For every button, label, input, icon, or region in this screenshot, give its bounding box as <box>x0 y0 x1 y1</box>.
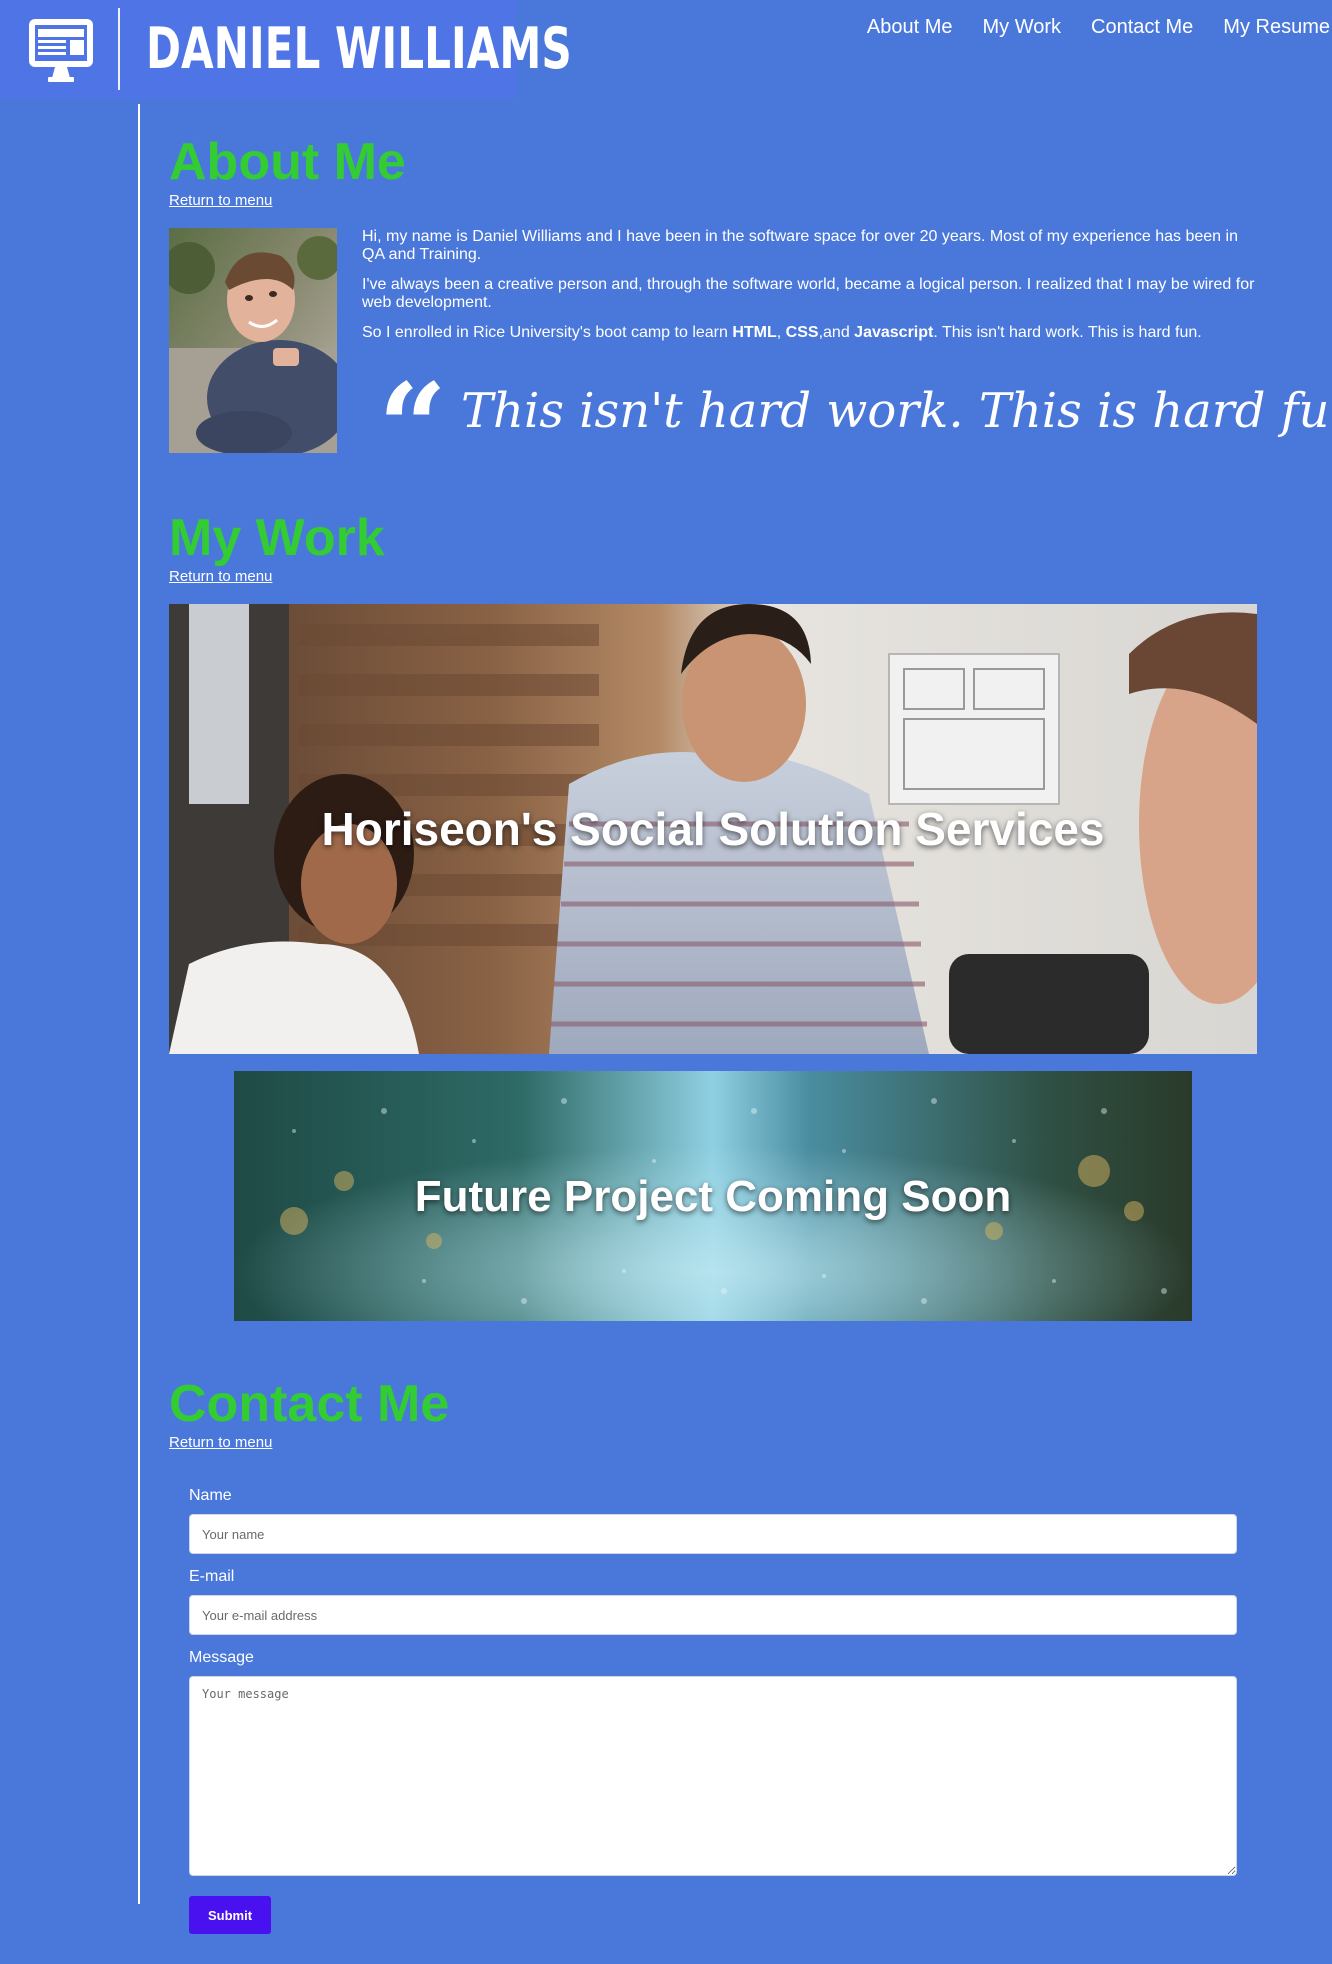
skill-html: HTML <box>732 324 777 341</box>
nav-about-me[interactable]: About Me <box>867 14 953 40</box>
name-input[interactable] <box>189 1514 1237 1554</box>
about-text: Hi, my name is Daniel Williams and I hav… <box>362 228 1262 354</box>
email-label: E-mail <box>189 1568 235 1585</box>
about-paragraph-3-suffix: . This isn't hard work. This is hard fun… <box>933 324 1202 341</box>
about-paragraph-2: I've always been a creative person and, … <box>362 276 1255 311</box>
brand-divider <box>118 8 120 90</box>
skill-javascript: Javascript <box>854 324 934 341</box>
main-nav: About Me My Work Contact Me My Resume <box>837 14 1330 40</box>
project-card-future[interactable]: Future Project Coming Soon <box>234 1071 1192 1321</box>
skill-css: CSS <box>785 324 819 341</box>
contact-title: Contact Me <box>169 1375 450 1433</box>
work-title: My Work <box>169 509 385 567</box>
quote-text: This isn't hard work. This is hard fun. <box>461 383 1332 439</box>
about-paragraph-1: Hi, my name is Daniel Williams and I hav… <box>362 228 1238 263</box>
about-paragraph-3: So I enrolled in Rice University's boot … <box>362 324 1262 342</box>
contact-return-link[interactable]: Return to menu <box>169 1434 272 1451</box>
brand-block[interactable]: DANIEL WILLIAMS <box>0 0 572 99</box>
name-label: Name <box>189 1487 232 1504</box>
pull-quote: “ This isn't hard work. This is hard fun… <box>378 369 1332 453</box>
nav-my-resume[interactable]: My Resume <box>1223 14 1330 40</box>
brand-name[interactable]: DANIEL WILLIAMS <box>146 12 572 86</box>
about-paragraph-3-sep2: ,and <box>818 324 855 341</box>
submit-button[interactable]: Submit <box>189 1896 271 1934</box>
monitor-icon <box>29 19 93 82</box>
quote-mark-icon: “ <box>378 373 448 453</box>
project-card-horiseon[interactable]: Horiseon's Social Solution Services <box>169 604 1257 1054</box>
about-title: About Me <box>169 133 406 191</box>
message-textarea[interactable] <box>189 1676 1237 1876</box>
nav-my-work[interactable]: My Work <box>983 14 1062 40</box>
email-input[interactable] <box>189 1595 1237 1635</box>
about-return-link[interactable]: Return to menu <box>169 192 272 209</box>
main-content: About Me Return to menu Hi, my name is D… <box>138 104 1332 1934</box>
nav-contact-me[interactable]: Contact Me <box>1091 14 1193 40</box>
work-return-link[interactable]: Return to menu <box>169 568 272 585</box>
profile-photo <box>169 228 337 453</box>
project-caption-horiseon: Horiseon's Social Solution Services <box>321 803 1105 855</box>
project-caption-future: Future Project Coming Soon <box>414 1172 1012 1221</box>
message-label: Message <box>189 1649 254 1666</box>
about-paragraph-3-prefix: So I enrolled in Rice University's boot … <box>362 324 733 341</box>
about-paragraph-3-sep1: , <box>776 324 786 341</box>
